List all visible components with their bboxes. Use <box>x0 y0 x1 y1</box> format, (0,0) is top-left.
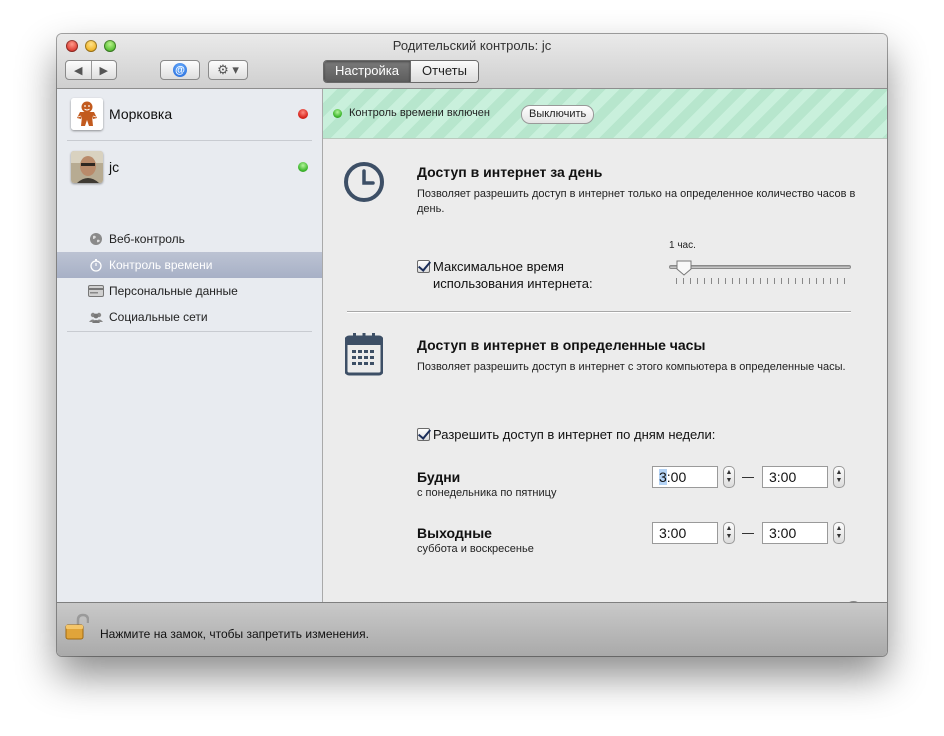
calendar-icon <box>344 332 384 376</box>
back-button[interactable]: ◀ <box>66 61 91 79</box>
sidebar-item-label: Контроль времени <box>109 258 213 272</box>
max-time-label: Максимальное время использования интерне… <box>433 259 593 291</box>
lock-hint-text: Нажмите на замок, чтобы запретить измене… <box>100 627 369 641</box>
action-menu-button[interactable]: ⚙︎ ▾ <box>208 60 248 80</box>
sidebar-divider <box>67 331 312 332</box>
range-dash <box>742 533 754 534</box>
user-name-jc: jc <box>109 159 120 175</box>
sidebar-item-label: Персональные данные <box>109 284 238 298</box>
people-icon <box>88 310 104 324</box>
chevron-down-icon: ▼ <box>725 477 733 484</box>
section-divider <box>347 311 851 312</box>
chevron-down-icon: ▼ <box>835 477 843 484</box>
view-tabs: Настройка Отчеты <box>323 60 479 83</box>
user-row-jc[interactable]: jc <box>57 141 322 191</box>
weekdays-from-stepper[interactable]: ▲ ▼ <box>723 466 735 488</box>
sidebar-item-personal-data[interactable]: Персональные данные <box>57 278 322 304</box>
range-dash <box>742 477 754 478</box>
slider-knob[interactable] <box>676 260 692 276</box>
user-row-morkovka[interactable]: Морковка <box>57 89 322 139</box>
max-time-checkbox[interactable] <box>417 260 430 273</box>
person-photo-icon <box>71 151 103 183</box>
padlock-open-icon[interactable] <box>65 613 90 641</box>
tab-reports[interactable]: Отчеты <box>410 61 478 82</box>
daily-limit-title: Доступ в интернет за день <box>417 164 603 180</box>
weekday-access-checkbox[interactable] <box>417 428 430 441</box>
chevron-down-icon: ▼ <box>835 533 843 540</box>
status-red-icon <box>298 109 308 119</box>
slider-value-label: 1 час. <box>669 240 696 251</box>
gingerbread-icon <box>71 98 103 130</box>
daily-limit-description: Позволяет разрешить доступ в интернет то… <box>417 188 856 215</box>
weekdays-from-time[interactable]: 3:00 <box>652 466 718 488</box>
at-sign-icon: @ <box>173 63 187 77</box>
sidebar-item-web-control[interactable]: Веб-контроль <box>57 226 322 252</box>
sidebar: Морковка jc Веб-контроль Контроль времен… <box>57 89 323 602</box>
chevron-up-icon: ▲ <box>835 525 843 532</box>
turn-off-button[interactable]: Выключить <box>521 105 595 124</box>
time-control-pane: Доступ в интернет за день Позволяет разр… <box>323 139 887 620</box>
window-title: Родительский контроль: jc <box>392 38 552 53</box>
chevron-left-icon: ◀ <box>74 64 83 77</box>
weekdays-to-time[interactable]: 3:00 <box>762 466 828 488</box>
status-green-icon <box>333 109 342 118</box>
gear-icon: ⚙︎ ▾ <box>217 62 239 77</box>
minutes-text: :00 <box>666 469 687 485</box>
sidebar-item-time-control[interactable]: Контроль времени <box>57 252 322 278</box>
user-name-morkovka: Морковка <box>109 106 173 122</box>
weekday-access-label: Разрешить доступ в интернет по дням неде… <box>433 427 716 442</box>
back-forward-buttons: ◀ ▶ <box>65 60 117 80</box>
weekends-to-time[interactable]: 3:00 <box>762 522 828 544</box>
weekends-from-stepper[interactable]: ▲ ▼ <box>723 522 735 544</box>
weekends-from-time[interactable]: 3:00 <box>652 522 718 544</box>
chevron-right-icon: ▶ <box>99 64 108 77</box>
globe-icon <box>88 232 104 246</box>
tab-settings[interactable]: Настройка <box>324 61 410 82</box>
stopwatch-icon <box>88 258 104 272</box>
titlebar: Родительский контроль: jc ◀ ▶ @ ⚙︎ ▾ Нас… <box>57 34 887 89</box>
email-button[interactable]: @ <box>160 60 200 80</box>
hours-limit-title: Доступ в интернет в определенные часы <box>417 337 706 353</box>
hour-selection: 3 <box>659 469 667 485</box>
chevron-up-icon: ▲ <box>835 469 843 476</box>
status-green-icon <box>298 162 308 172</box>
bottom-bar: Нажмите на замок, чтобы запретить измене… <box>57 602 887 656</box>
card-icon <box>88 284 104 298</box>
forward-button[interactable]: ▶ <box>90 61 117 79</box>
chevron-up-icon: ▲ <box>725 525 733 532</box>
sidebar-item-label: Социальные сети <box>109 310 208 324</box>
clock-icon <box>343 161 385 203</box>
weekdays-subtitle: с понедельника по пятницу <box>417 487 557 499</box>
daily-hours-slider[interactable] <box>669 265 851 269</box>
chevron-up-icon: ▲ <box>725 469 733 476</box>
chevron-down-icon: ▼ <box>725 533 733 540</box>
time-control-status-text: Контроль времени включен <box>349 107 491 119</box>
weekends-subtitle: суббота и воскресенье <box>417 543 534 555</box>
weekdays-to-stepper[interactable]: ▲ ▼ <box>833 466 845 488</box>
status-banner: Контроль времени включен Выключить <box>323 89 887 139</box>
sidebar-item-social-networks[interactable]: Социальные сети <box>57 304 322 330</box>
weekends-to-stepper[interactable]: ▲ ▼ <box>833 522 845 544</box>
parental-controls-window: Родительский контроль: jc ◀ ▶ @ ⚙︎ ▾ Нас… <box>57 34 887 656</box>
weekends-title: Выходные <box>417 525 492 541</box>
slider-ticks <box>676 278 851 284</box>
hours-limit-description: Позволяет разрешить доступ в интернет с … <box>417 361 846 373</box>
weekdays-title: Будни <box>417 469 461 485</box>
sidebar-item-label: Веб-контроль <box>109 232 185 246</box>
